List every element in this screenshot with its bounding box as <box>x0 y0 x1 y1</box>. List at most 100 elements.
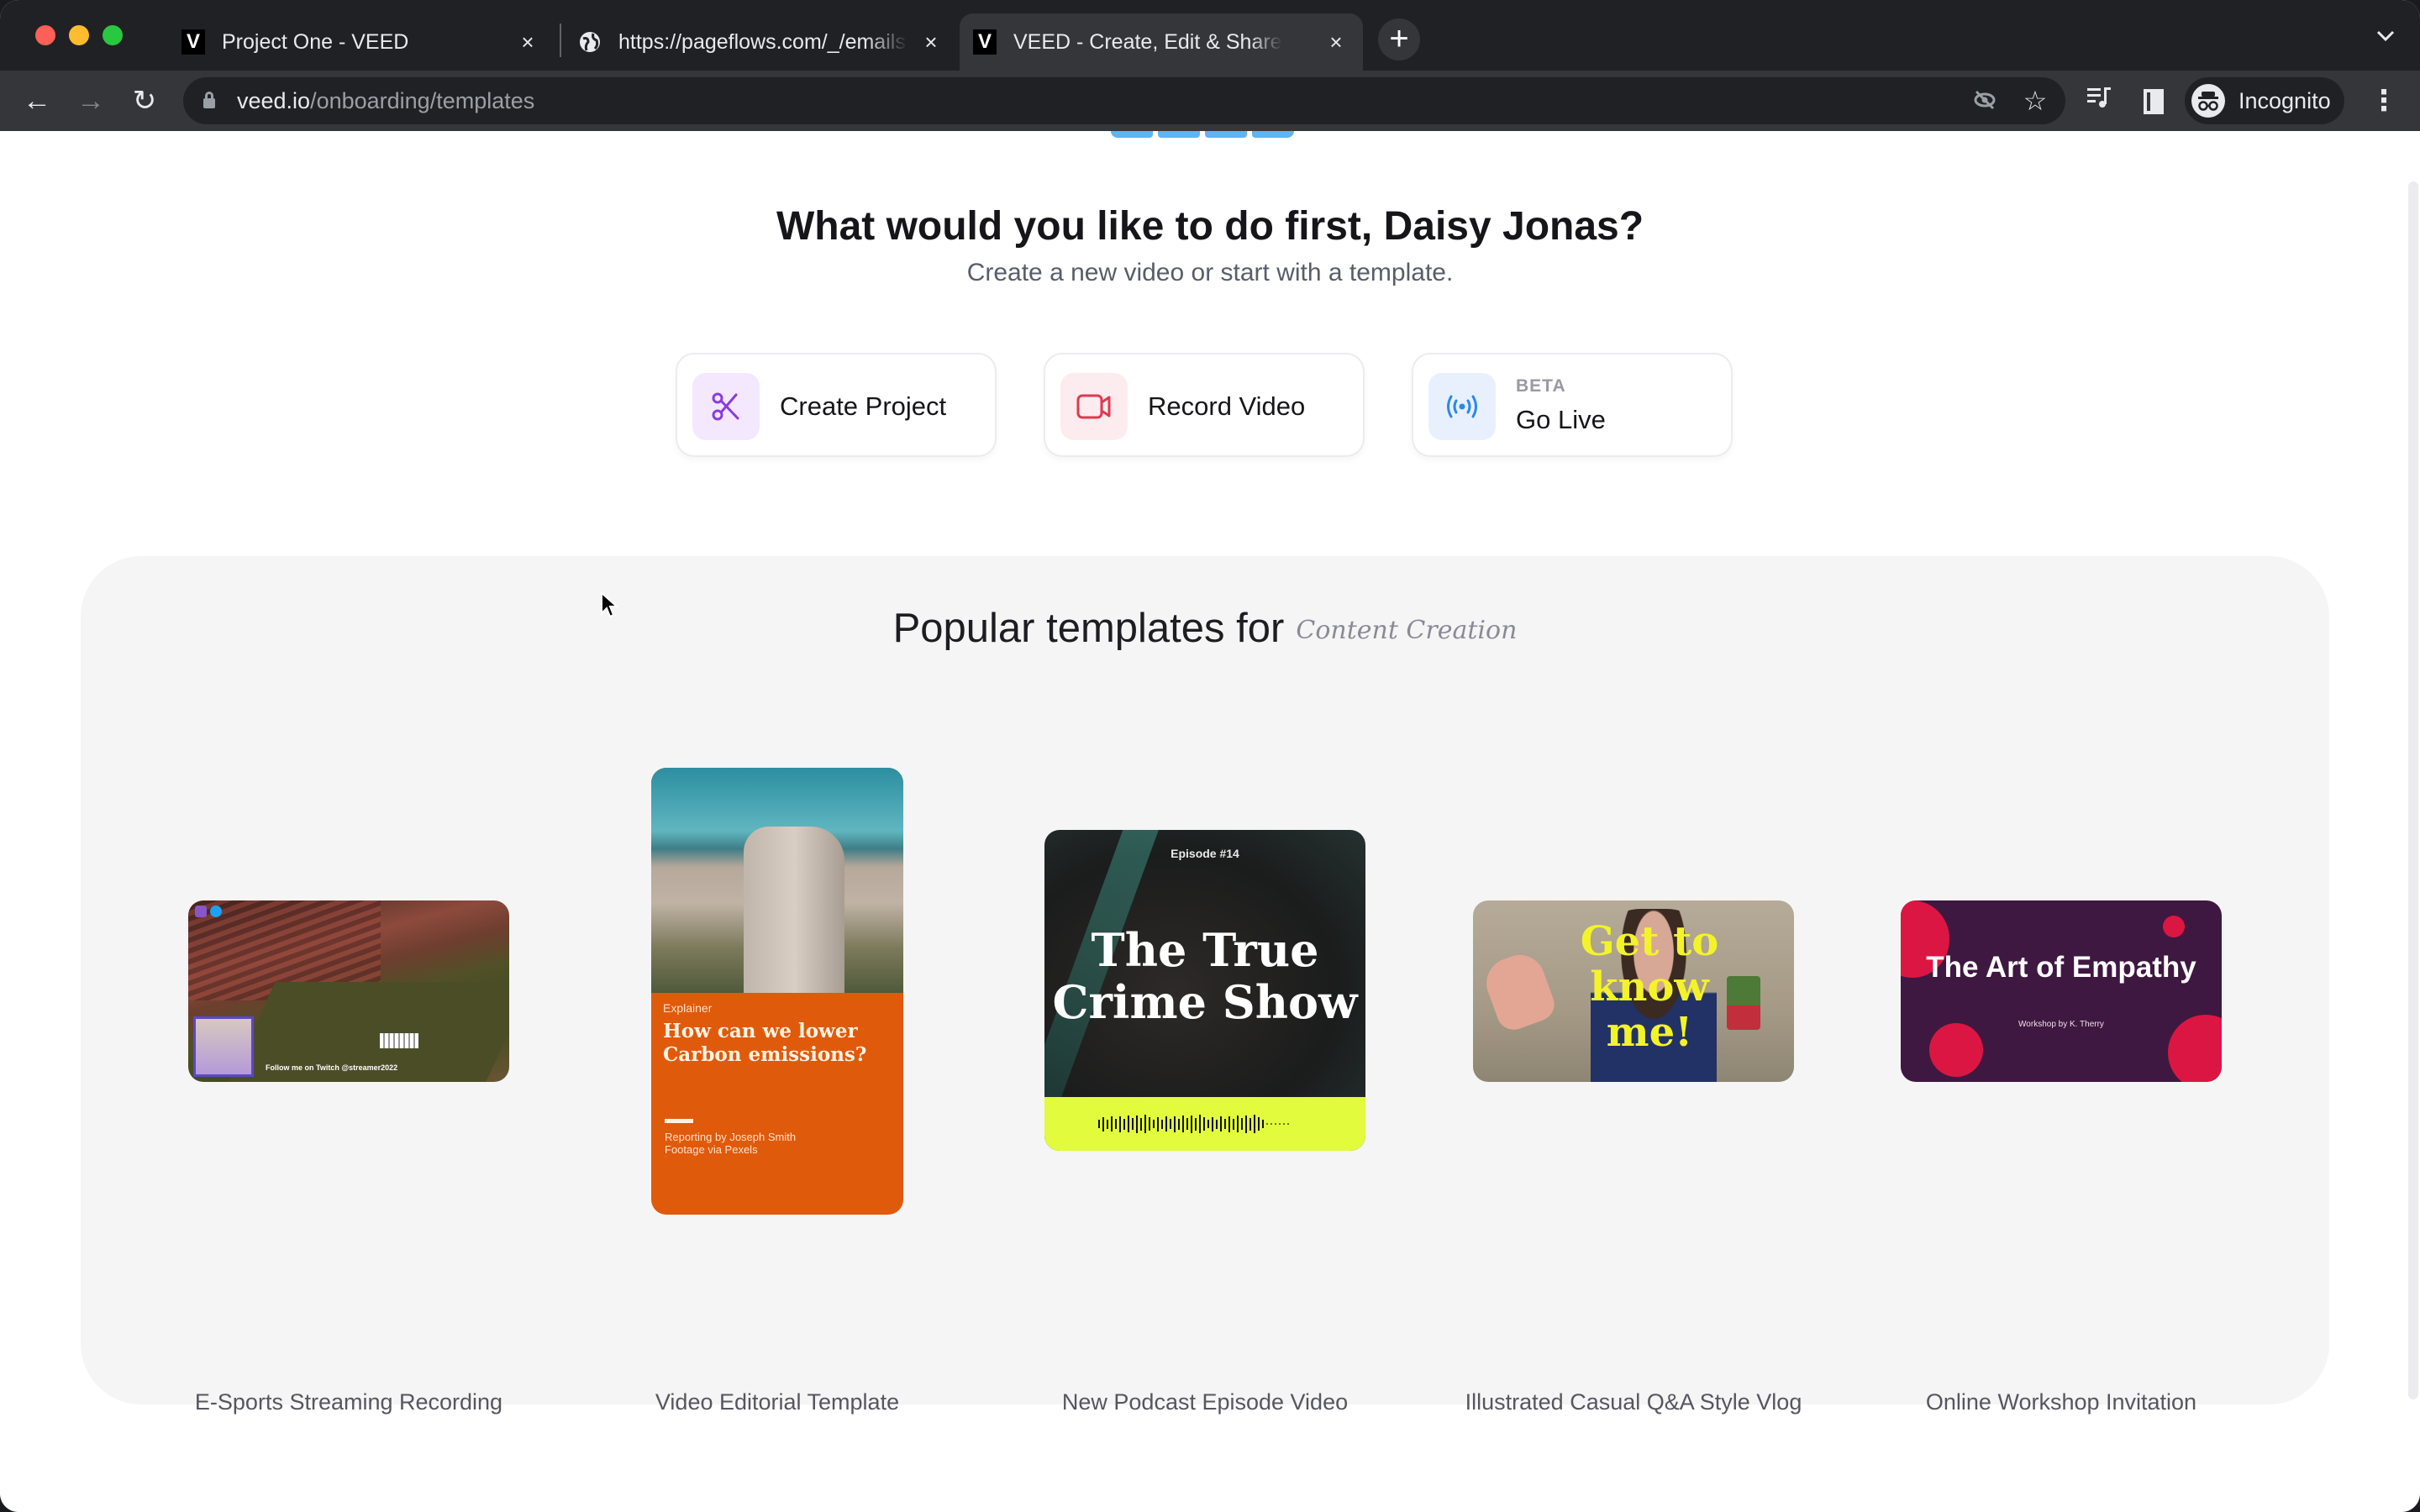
close-tab-icon[interactable]: × <box>516 30 539 54</box>
waveform-bar <box>1098 1120 1100 1128</box>
waveform-bar <box>1165 1116 1167 1131</box>
thumbnail-title: The True Crime Show <box>1052 923 1358 1029</box>
waveform-bar <box>1220 1116 1222 1131</box>
waveform-bar <box>1212 1116 1213 1131</box>
waveform-bar <box>1245 1115 1247 1133</box>
template-caption[interactable]: Video Editorial Template <box>567 1389 987 1415</box>
veed-logo-icon: V <box>973 29 997 55</box>
waveform-bar <box>1216 1119 1218 1129</box>
tab-pageflows[interactable]: https://pageflows.com/_/emails × <box>571 13 958 71</box>
twitter-icon <box>210 906 222 917</box>
address-bar[interactable]: veed.io/onboarding/templates ☆ <box>183 77 2065 124</box>
incognito-icon <box>2191 84 2225 118</box>
waveform-bar <box>1191 1115 1192 1133</box>
media-controls-icon[interactable] <box>2082 84 2116 118</box>
page-title: What would you like to do first, Daisy J… <box>776 204 1644 249</box>
thumbnail-episode: Episode #14 <box>1171 847 1239 860</box>
popular-templates-panel: Popular templates for Content Creation Fo… <box>81 556 2329 1415</box>
close-tab-icon[interactable]: × <box>1324 30 1348 54</box>
waveform-bar <box>1153 1120 1155 1128</box>
go-live-button[interactable]: BETA Go Live <box>1412 353 1733 457</box>
lock-icon <box>203 92 215 108</box>
close-tab-icon[interactable]: × <box>919 30 943 54</box>
side-panel-icon[interactable] <box>2137 84 2170 118</box>
twitch-icon <box>195 906 207 917</box>
tab-project-one[interactable]: V Project One - VEED × <box>168 13 555 71</box>
globe-icon <box>578 29 602 55</box>
template-thumbnail-esports[interactable]: Follow me on Twitch @streamer2022 <box>188 900 509 1082</box>
waveform-bar <box>1228 1116 1230 1132</box>
waveform-bar <box>1144 1115 1146 1133</box>
waveform-bar <box>1186 1118 1188 1130</box>
bookmark-star-icon[interactable]: ☆ <box>2022 87 2049 114</box>
browser-menu-icon[interactable]: ⋮ <box>2370 84 2398 118</box>
waveform-bar <box>1275 1123 1276 1125</box>
tab-title: Project One - VEED <box>222 29 409 54</box>
back-arrow-icon[interactable]: ← <box>20 84 54 118</box>
action-buttons: Create Project Record Video BETA Go Live <box>676 353 1733 457</box>
waveform-bar <box>1178 1118 1180 1130</box>
waveform-bar <box>1199 1115 1201 1133</box>
go-live-label: Go Live <box>1516 405 1606 434</box>
waveform-bar <box>1170 1119 1171 1129</box>
waveform-bar <box>1149 1117 1150 1131</box>
waveform-bar <box>1123 1118 1125 1130</box>
waveform-bar <box>1161 1119 1163 1129</box>
waveform-bar <box>1132 1118 1134 1130</box>
progress-step <box>1205 131 1247 138</box>
veed-logo-icon: V <box>182 29 205 55</box>
page-scrollbar[interactable] <box>2408 181 2418 1399</box>
thumbnail-title: The Art of Empathy <box>1926 951 2196 984</box>
thumbnail-byline: Workshop by K. Therry <box>2018 1020 2104 1029</box>
create-project-button[interactable]: Create Project <box>676 353 997 457</box>
waveform-bar <box>1270 1123 1272 1125</box>
maximize-window-button[interactable] <box>103 25 123 45</box>
tab-strip: V Project One - VEED × https://pageflows… <box>0 0 2420 71</box>
template-caption[interactable]: Online Workshop Invitation <box>1851 1389 2271 1415</box>
browser-window: V Project One - VEED × https://pageflows… <box>0 0 2420 1512</box>
beta-badge: BETA <box>1516 376 1566 396</box>
waveform-bar <box>1136 1115 1138 1133</box>
page-content: What would you like to do first, Daisy J… <box>0 131 2420 1512</box>
waveform-bar <box>1207 1120 1209 1128</box>
thumbnail-kicker: Explainer <box>663 1001 713 1015</box>
template-caption[interactable]: New Podcast Episode Video <box>995 1389 1415 1415</box>
tab-title: https://pageflows.com/_/emails <box>618 29 906 54</box>
tab-veed-active[interactable]: V VEED - Create, Edit & Share Videos × <box>960 13 1363 71</box>
waveform-bar <box>1241 1118 1243 1130</box>
thumbnail-title: Get to know me! <box>1580 918 1719 1056</box>
new-tab-button[interactable]: + <box>1378 18 1420 60</box>
waveform-bar <box>1195 1117 1197 1131</box>
thumbnail-credit: Reporting by Joseph Smith Footage via Pex… <box>665 1131 797 1156</box>
tab-search-chevron-icon[interactable] <box>2376 22 2395 48</box>
eye-off-icon[interactable] <box>1971 87 1998 114</box>
progress-step <box>1252 131 1294 138</box>
waveform-bar <box>1233 1118 1234 1130</box>
waveform-bar <box>1203 1117 1205 1131</box>
scissors-icon <box>692 373 760 440</box>
minimize-window-button[interactable] <box>69 25 89 45</box>
template-caption[interactable]: Illustrated Casual Q&A Style Vlog <box>1423 1389 1844 1415</box>
waveform-bar <box>1182 1116 1184 1132</box>
template-caption[interactable]: E-Sports Streaming Recording <box>139 1389 559 1415</box>
tab-separator <box>560 24 561 57</box>
template-thumbnail-editorial[interactable]: Explainer How can we lower Carbon emissi… <box>651 768 903 1215</box>
browser-toolbar: ← → ↻ veed.io/onboarding/templates ☆ Inc… <box>0 71 2420 131</box>
waveform-bar <box>1279 1123 1281 1125</box>
thumbnail-text: Follow me on Twitch @streamer2022 <box>266 1063 398 1072</box>
template-thumbnail-workshop[interactable]: The Art of Empathy Workshop by K. Therry <box>1901 900 2222 1082</box>
reload-icon[interactable]: ↻ <box>128 84 161 118</box>
record-video-button[interactable]: Record Video <box>1044 353 1365 457</box>
waveform-bar <box>1287 1123 1289 1125</box>
waveform-bar <box>1102 1116 1104 1131</box>
forward-arrow-icon[interactable]: → <box>74 84 108 118</box>
template-thumbnail-podcast[interactable]: Episode #14 The True Crime Show <box>1044 830 1365 1151</box>
close-window-button[interactable] <box>35 25 55 45</box>
url-text[interactable]: veed.io/onboarding/templates <box>237 88 534 114</box>
waveform-bar <box>1249 1117 1251 1131</box>
page-subtitle: Create a new video or start with a templ… <box>966 259 1454 286</box>
thumbnail-title: How can we lower Carbon emissions? <box>663 1020 867 1066</box>
template-thumbnail-vlog[interactable]: Get to know me! <box>1473 900 1794 1082</box>
incognito-profile-button[interactable]: Incognito <box>2185 77 2344 124</box>
waveform-bar <box>1119 1116 1121 1132</box>
